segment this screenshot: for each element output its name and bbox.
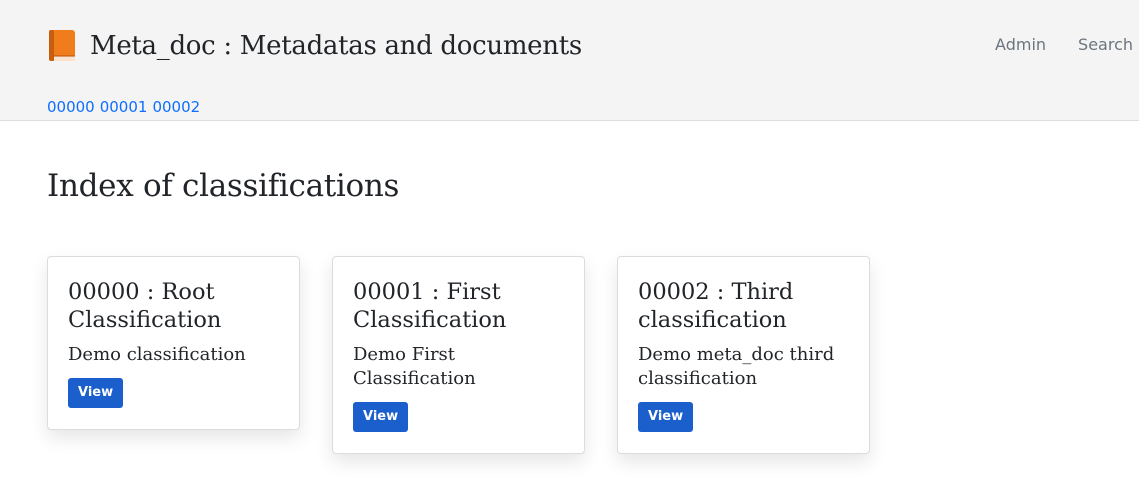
page-title: Index of classifications (47, 168, 400, 204)
top-nav: Admin Search (995, 35, 1133, 54)
view-button[interactable]: View (353, 402, 409, 432)
app-title: Meta_doc : Metadatas and documents (90, 31, 582, 61)
crumb-link-00001[interactable]: 00001 (100, 98, 148, 116)
card-title: 00000 : Root Classification (68, 279, 222, 333)
view-button[interactable]: View (638, 402, 694, 432)
brand[interactable]: Meta_doc : Metadatas and documents (47, 26, 582, 66)
classification-links: 00000 00001 00002 (47, 98, 200, 116)
card-description: Demo First Classification (353, 344, 476, 389)
classification-card: 00002 : Third classification Demo meta_d… (617, 256, 870, 454)
crumb-link-00002[interactable]: 00002 (152, 98, 200, 116)
card-title: 00001 : First Classification (353, 279, 507, 333)
top-header: Meta_doc : Metadatas and documents Admin… (0, 0, 1139, 121)
crumb-link-00000[interactable]: 00000 (47, 98, 95, 116)
classification-card: 00001 : First Classification Demo First … (332, 256, 585, 454)
card-title: 00002 : Third classification (638, 279, 794, 333)
nav-search-link[interactable]: Search (1078, 35, 1133, 54)
card-description: Demo classification (68, 344, 246, 365)
nav-admin-link[interactable]: Admin (995, 35, 1046, 54)
card-description: Demo meta_doc third classification (638, 344, 835, 389)
orange-book-icon (47, 29, 77, 63)
view-button[interactable]: View (68, 378, 124, 408)
classification-card: 00000 : Root Classification Demo classif… (47, 256, 300, 430)
